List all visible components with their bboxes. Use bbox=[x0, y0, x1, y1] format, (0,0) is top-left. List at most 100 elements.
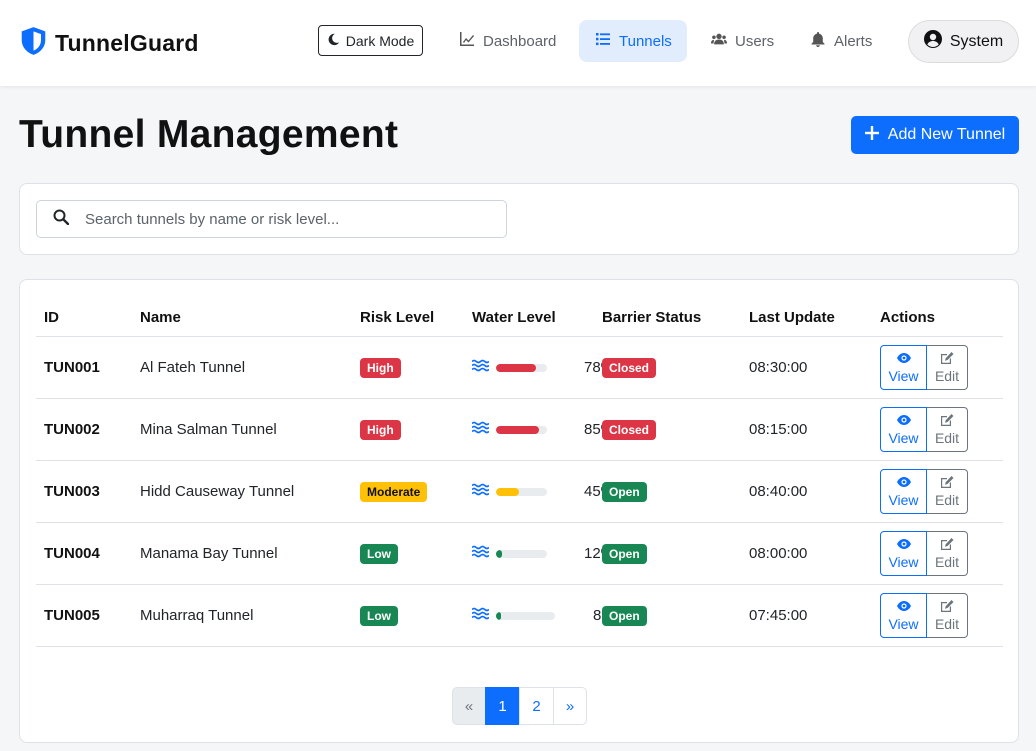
barrier-badge: Closed bbox=[602, 357, 657, 378]
view-button[interactable]: View bbox=[880, 531, 927, 576]
risk-badge: Low bbox=[360, 605, 398, 626]
users-icon bbox=[711, 31, 727, 51]
risk-badge: High bbox=[360, 419, 401, 440]
edit-label: Edit bbox=[934, 430, 960, 446]
edit-button[interactable]: Edit bbox=[927, 469, 968, 514]
barrier-cell: Open bbox=[602, 585, 647, 646]
chart-line-icon bbox=[459, 31, 475, 51]
edit-button[interactable]: Edit bbox=[927, 531, 968, 576]
nav-label: Alerts bbox=[834, 32, 873, 50]
water-level-bar bbox=[496, 611, 555, 620]
nav-tunnels[interactable]: Tunnels bbox=[579, 20, 687, 62]
edit-button[interactable]: Edit bbox=[927, 593, 968, 638]
edit-icon bbox=[940, 475, 954, 491]
edit-button[interactable]: Edit bbox=[927, 407, 968, 452]
table-row: TUN005Muharraq TunnelLow8%Open07:45:00Vi… bbox=[36, 585, 1003, 647]
view-button[interactable]: View bbox=[880, 345, 927, 390]
risk-cell: High bbox=[360, 399, 401, 460]
risk-cell: Low bbox=[360, 523, 398, 584]
barrier-badge: Closed bbox=[602, 419, 657, 440]
barrier-badge: Open bbox=[602, 543, 647, 564]
water-icon bbox=[471, 421, 496, 438]
water-level-fill bbox=[496, 611, 501, 620]
table-row: TUN001 Al Fateh Tunnel High 78% Closed 08:30:… bbox=[36, 337, 1003, 399]
search-icon bbox=[37, 209, 70, 230]
nav-label: Tunnels bbox=[619, 32, 672, 50]
water-level-fill bbox=[496, 363, 536, 372]
tunnels-table-card: ID Name Risk Level Water Level Barrier S… bbox=[19, 279, 1019, 743]
nav-alerts[interactable]: Alerts bbox=[794, 20, 888, 62]
pagination-prev[interactable]: « bbox=[452, 687, 486, 725]
water-level-fill bbox=[496, 487, 519, 496]
water-level-cell bbox=[471, 523, 547, 584]
view-button[interactable]: View bbox=[880, 593, 927, 638]
edit-icon bbox=[940, 413, 954, 429]
user-menu-label: System bbox=[949, 32, 1004, 50]
eye-icon bbox=[896, 599, 911, 615]
water-level-fill bbox=[496, 549, 503, 558]
add-tunnel-button[interactable]: Add New Tunnel bbox=[851, 116, 1019, 154]
tunnel-name: Al Fateh Tunnel bbox=[140, 359, 246, 376]
user-circle-icon bbox=[923, 30, 942, 53]
eye-icon bbox=[896, 351, 911, 367]
add-tunnel-label: Add New Tunnel bbox=[887, 126, 1006, 143]
eye-icon bbox=[896, 475, 911, 491]
pagination-next[interactable]: » bbox=[553, 687, 587, 725]
brand[interactable]: TunnelGuard bbox=[20, 26, 199, 61]
nav-dashboard[interactable]: Dashboard bbox=[443, 20, 572, 62]
header-barrier-status[interactable]: Barrier Status bbox=[602, 309, 701, 326]
eye-icon bbox=[896, 413, 911, 429]
shield-icon bbox=[20, 26, 47, 61]
dark-mode-button[interactable]: Dark Mode bbox=[318, 25, 423, 56]
view-label: View bbox=[888, 554, 919, 570]
dark-mode-label: Dark Mode bbox=[345, 32, 415, 49]
water-icon bbox=[471, 483, 496, 500]
nav-label: Users bbox=[735, 32, 775, 50]
barrier-badge: Open bbox=[602, 481, 647, 502]
water-icon bbox=[471, 607, 496, 624]
search-input[interactable] bbox=[85, 210, 485, 228]
header-id[interactable]: ID bbox=[44, 309, 59, 326]
header-risk-level[interactable]: Risk Level bbox=[360, 309, 434, 326]
tunnel-id: TUN005 bbox=[44, 607, 100, 624]
barrier-cell: Closed bbox=[602, 337, 657, 398]
table-row: TUN002 Mina Salman Tunnel High 85% Closed 08:… bbox=[36, 399, 1003, 461]
tunnel-id: TUN003 bbox=[44, 483, 100, 500]
pagination-page-2[interactable]: 2 bbox=[519, 687, 554, 725]
barrier-cell: Open bbox=[602, 461, 647, 522]
view-button[interactable]: View bbox=[880, 469, 927, 514]
view-button[interactable]: View bbox=[880, 407, 927, 452]
tunnel-name: Hidd Causeway Tunnel bbox=[140, 483, 295, 500]
user-menu-button[interactable]: System bbox=[908, 20, 1019, 63]
pagination: « 1 2 » bbox=[452, 687, 587, 725]
header-actions: Actions bbox=[880, 309, 936, 326]
last-update: 08:00:00 bbox=[749, 545, 808, 562]
header-last-update[interactable]: Last Update bbox=[749, 309, 835, 326]
water-icon bbox=[471, 545, 496, 562]
nav-users[interactable]: Users bbox=[695, 20, 790, 62]
row-actions: View Edit bbox=[880, 407, 968, 452]
row-actions: View Edit bbox=[880, 345, 968, 390]
pagination-page-1[interactable]: 1 bbox=[485, 687, 520, 725]
last-update: 08:30:00 bbox=[749, 359, 808, 376]
tunnel-id: TUN002 bbox=[44, 421, 100, 438]
edit-icon bbox=[940, 537, 954, 553]
header-water-level[interactable]: Water Level bbox=[472, 309, 556, 326]
table-row: TUN004 Manama Bay Tunnel Low 12% Open 08:00:0… bbox=[36, 523, 1003, 585]
tunnel-id: TUN004 bbox=[44, 545, 100, 562]
view-label: View bbox=[888, 430, 919, 446]
header-name[interactable]: Name bbox=[140, 309, 181, 326]
moon-icon bbox=[327, 33, 340, 49]
tunnel-name: Mina Salman Tunnel bbox=[140, 421, 277, 438]
water-level-cell bbox=[471, 337, 547, 398]
edit-button[interactable]: Edit bbox=[927, 345, 968, 390]
water-level-cell bbox=[471, 399, 547, 460]
edit-label: Edit bbox=[934, 492, 960, 508]
risk-badge: Moderate bbox=[360, 481, 428, 502]
tunnel-id: TUN001 bbox=[44, 359, 100, 376]
row-actions: View Edit bbox=[880, 469, 968, 514]
water-level-bar bbox=[496, 425, 547, 434]
edit-icon bbox=[940, 351, 954, 367]
risk-badge: High bbox=[360, 357, 401, 378]
last-update: 08:40:00 bbox=[749, 483, 808, 500]
